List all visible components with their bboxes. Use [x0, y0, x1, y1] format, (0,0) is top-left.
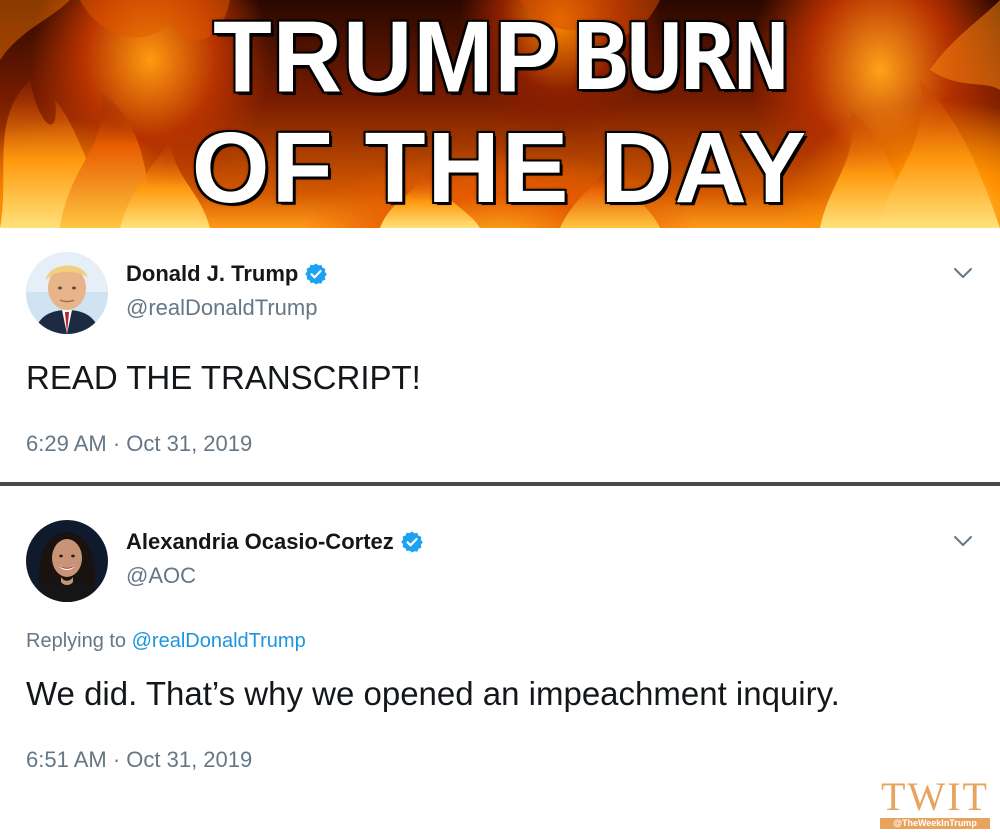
avatar-portrait-icon: [26, 520, 108, 602]
tweet-timestamp[interactable]: 6:51 AM · Oct 31, 2019: [26, 746, 252, 774]
banner-word-of-the-day: OF THE DAY: [191, 112, 809, 224]
verified-badge-icon: [400, 531, 423, 553]
watermark-logo: TWIT: [881, 774, 989, 819]
watermark-tagline: @TheWeekInTrump: [880, 818, 990, 829]
avatar[interactable]: [26, 520, 108, 602]
chevron-down-icon[interactable]: [952, 534, 974, 548]
banner-title-line1: TRUMP BURN: [0, 1, 1000, 114]
display-name[interactable]: Alexandria Ocasio-Cortez: [126, 528, 394, 556]
user-handle[interactable]: @realDonaldTrump: [126, 294, 317, 322]
tweet-card[interactable]: Donald J. Trump @realDonaldTrump READ TH…: [0, 228, 1000, 482]
reply-to-link[interactable]: @realDonaldTrump: [132, 630, 306, 652]
chevron-down-icon[interactable]: [952, 266, 974, 280]
burn-banner: TRUMP BURN OF THE DAY: [0, 0, 1000, 228]
tweet-card[interactable]: Alexandria Ocasio-Cortez @AOC Replying t…: [0, 486, 1000, 835]
avatar[interactable]: [26, 252, 108, 334]
banner-word-trump: TRUMP: [213, 1, 560, 114]
author-row: Donald J. Trump: [126, 260, 328, 288]
banner-title-line2: OF THE DAY: [0, 118, 1000, 218]
reply-context: Replying to @realDonaldTrump: [26, 628, 306, 654]
tweet-timestamp[interactable]: 6:29 AM · Oct 31, 2019: [26, 430, 252, 458]
tweet-text: READ THE TRANSCRIPT!: [26, 359, 421, 396]
verified-badge-icon: [305, 263, 328, 285]
reply-prefix: Replying to: [26, 630, 132, 652]
author-row: Alexandria Ocasio-Cortez: [126, 528, 424, 556]
avatar-portrait-icon: [26, 252, 108, 334]
user-handle[interactable]: @AOC: [126, 562, 196, 590]
twit-watermark: TWIT @TheWeekInTrump: [880, 777, 990, 829]
banner-word-burn: BURN: [573, 4, 789, 111]
display-name[interactable]: Donald J. Trump: [126, 260, 298, 288]
tweet-text: We did. That’s why we opened an impeachm…: [26, 675, 840, 712]
